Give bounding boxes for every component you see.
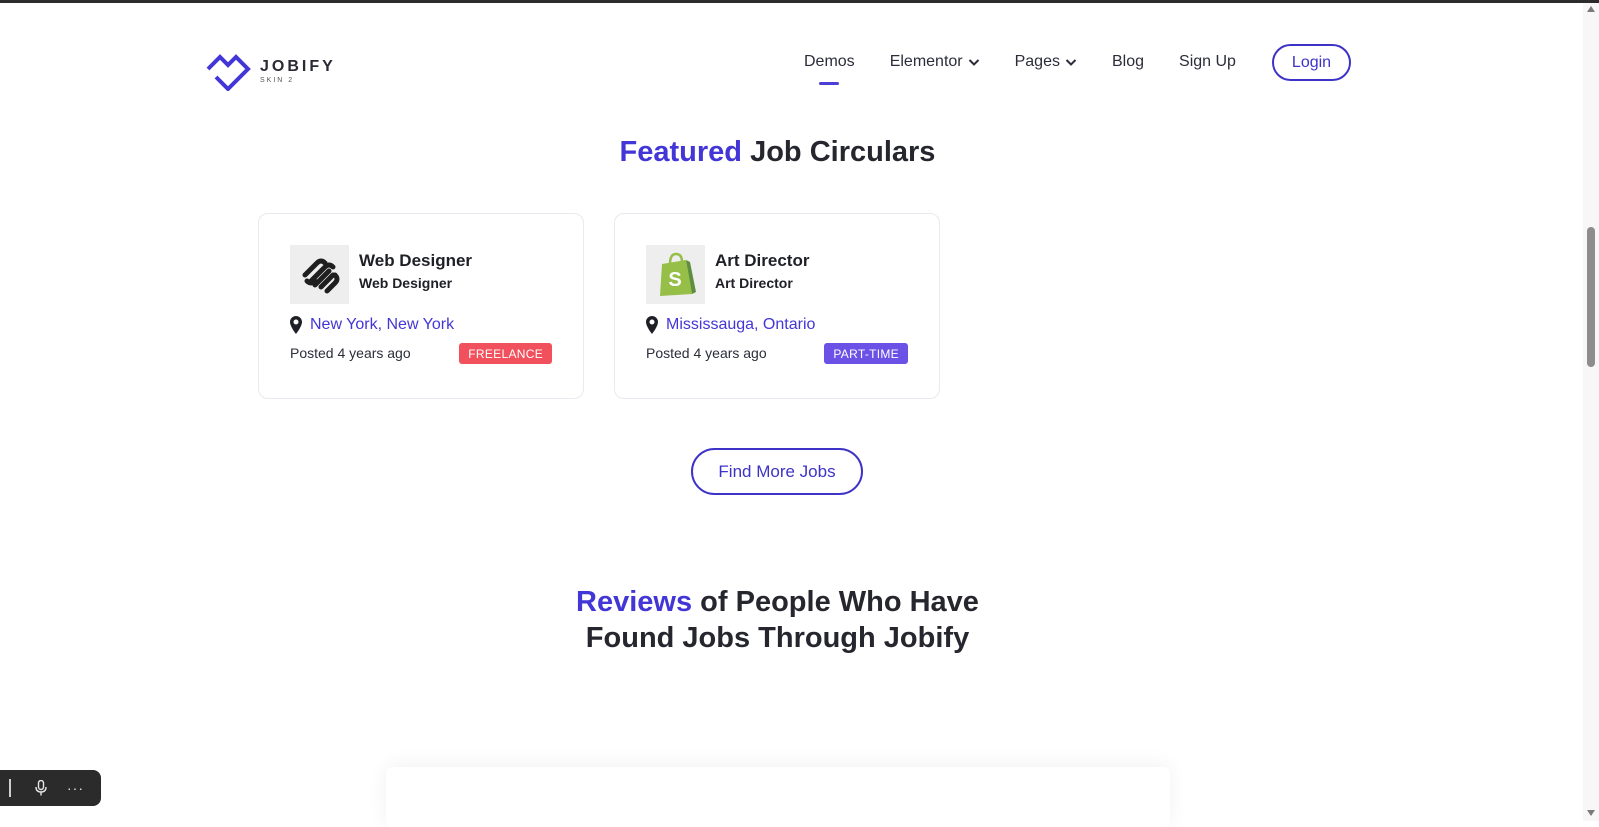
nav-demos[interactable]: Demos bbox=[804, 43, 855, 81]
squarespace-logo-icon bbox=[290, 245, 349, 304]
drag-handle[interactable] bbox=[9, 779, 11, 797]
job-location: Mississauga, Ontario bbox=[646, 316, 815, 334]
nav-sign-up-label: Sign Up bbox=[1179, 53, 1236, 70]
nav-pages-label: Pages bbox=[1014, 53, 1060, 70]
find-more-jobs-button[interactable]: Find More Jobs bbox=[691, 448, 863, 495]
main-nav: Demos Elementor Pages Blog Sign Up bbox=[804, 43, 1271, 81]
reviews-title-accent: Reviews bbox=[576, 586, 693, 618]
job-company: Art Director bbox=[715, 275, 793, 291]
scroll-down-arrow-icon[interactable] bbox=[1587, 810, 1595, 816]
reviews-title-line2: Found Jobs Through Jobify bbox=[585, 622, 970, 654]
job-location-text[interactable]: Mississauga, Ontario bbox=[666, 316, 815, 334]
more-options-icon[interactable]: ··· bbox=[67, 780, 84, 796]
shopify-logo-icon: S bbox=[646, 245, 705, 304]
nav-blog-label: Blog bbox=[1111, 53, 1145, 70]
job-title[interactable]: Web Designer bbox=[359, 251, 472, 271]
chevron-down-icon bbox=[968, 59, 979, 66]
map-pin-icon bbox=[646, 316, 658, 334]
featured-jobs-title: Featured Job Circulars bbox=[0, 136, 1555, 169]
nav-pages[interactable]: Pages bbox=[1015, 43, 1077, 81]
job-posted-time: Posted 4 years ago bbox=[646, 345, 767, 361]
login-button[interactable]: Login bbox=[1272, 44, 1351, 81]
job-company: Web Designer bbox=[359, 275, 453, 291]
job-location: New York, New York bbox=[290, 316, 454, 334]
nav-elementor-label: Elementor bbox=[889, 53, 963, 70]
featured-title-rest: Job Circulars bbox=[742, 136, 936, 168]
heart-logo-icon bbox=[206, 54, 251, 91]
job-card[interactable]: S Art Director Art Director Mississauga,… bbox=[614, 213, 940, 399]
chevron-down-icon bbox=[1065, 59, 1077, 66]
job-type-badge: PART-TIME bbox=[824, 343, 908, 364]
scroll-up-arrow-icon[interactable] bbox=[1587, 6, 1595, 12]
site-header: JOBIFY SKIN 2 Demos Elementor Pages Blog… bbox=[0, 3, 1568, 123]
featured-title-accent: Featured bbox=[619, 136, 743, 168]
review-card bbox=[386, 767, 1170, 827]
svg-text:S: S bbox=[668, 269, 681, 291]
nav-demos-label: Demos bbox=[804, 53, 855, 70]
job-type-badge: FREELANCE bbox=[459, 343, 552, 364]
floating-toolbar: ··· bbox=[0, 770, 101, 806]
vertical-scrollbar[interactable] bbox=[1583, 3, 1599, 821]
microphone-icon[interactable] bbox=[35, 780, 47, 796]
map-pin-icon bbox=[290, 316, 302, 334]
reviews-title: Reviews of People Who Have Found Jobs Th… bbox=[0, 584, 1555, 656]
jobify-logo[interactable]: JOBIFY SKIN 2 bbox=[204, 51, 336, 91]
job-title[interactable]: Art Director bbox=[715, 251, 809, 271]
nav-elementor[interactable]: Elementor bbox=[890, 43, 980, 81]
job-location-text[interactable]: New York, New York bbox=[310, 316, 454, 334]
logo-name: JOBIFY bbox=[260, 58, 336, 75]
nav-blog[interactable]: Blog bbox=[1112, 43, 1144, 81]
logo-subtitle: SKIN 2 bbox=[260, 77, 295, 84]
job-card[interactable]: Web Designer Web Designer New York, New … bbox=[258, 213, 584, 399]
reviews-title-rest: of People Who Have bbox=[692, 586, 979, 618]
nav-sign-up[interactable]: Sign Up bbox=[1179, 43, 1236, 81]
scrollbar-thumb[interactable] bbox=[1587, 227, 1595, 367]
job-posted-time: Posted 4 years ago bbox=[290, 345, 411, 361]
